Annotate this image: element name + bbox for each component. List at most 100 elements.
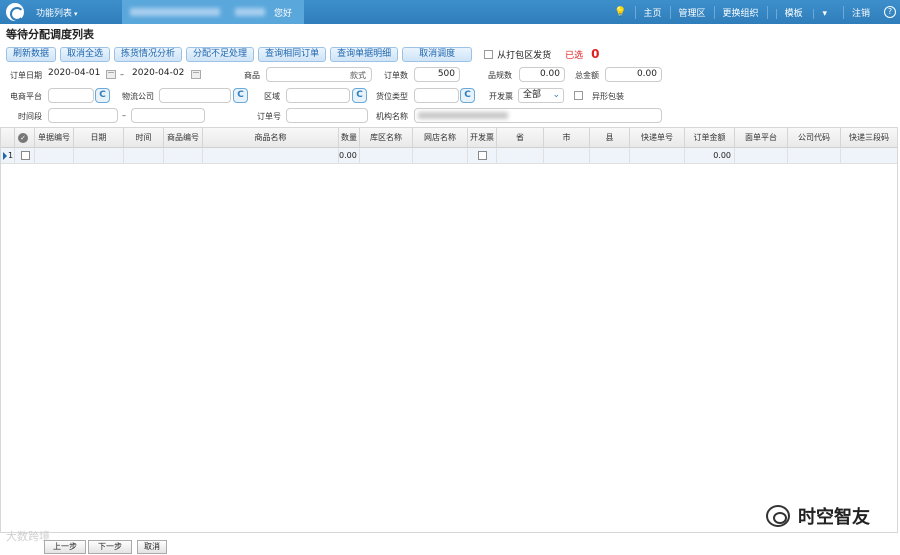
- refresh-button[interactable]: 刷新数据: [6, 46, 57, 62]
- logistics-input[interactable]: [159, 88, 231, 103]
- invoice-select[interactable]: 全部 ⌄: [518, 88, 564, 103]
- column-header[interactable]: 日期: [74, 128, 124, 148]
- cell: [124, 148, 164, 164]
- date-to-input[interactable]: 2020-04-02: [128, 67, 198, 82]
- check-circle-icon[interactable]: ✓: [18, 133, 28, 143]
- goods-style-button[interactable]: 款式: [350, 70, 366, 81]
- column-header[interactable]: 单据编号: [35, 128, 74, 148]
- selected-count: 0: [591, 47, 600, 61]
- platform-input[interactable]: [48, 88, 94, 103]
- logistics-clear-button[interactable]: C: [233, 88, 248, 103]
- column-header[interactable]: 订单金额: [685, 128, 735, 148]
- shortage-handling-button[interactable]: 分配不足处理: [186, 46, 255, 62]
- nav-template[interactable]: 模板 ▾: [766, 5, 843, 19]
- sku-count-label: 品规数: [488, 71, 512, 80]
- query-same-order-button[interactable]: 查询相同订单: [258, 46, 327, 62]
- function-menu-label: 功能列表: [36, 9, 73, 19]
- cell: [544, 148, 590, 164]
- column-header[interactable]: 数量: [339, 128, 360, 148]
- query-detail-button[interactable]: 查询单据明细: [330, 46, 399, 62]
- cell: [590, 148, 630, 164]
- region-clear-button[interactable]: C: [352, 88, 367, 103]
- cell: [735, 148, 788, 164]
- cell: [788, 148, 841, 164]
- total-amount-label: 总金额: [575, 71, 599, 80]
- prev-step-button[interactable]: 上一步: [44, 540, 86, 554]
- column-header[interactable]: 县: [590, 128, 630, 148]
- time-from-input[interactable]: [48, 108, 118, 123]
- watermark-brand: 时空智友: [766, 503, 870, 529]
- lightbulb-icon[interactable]: 💡: [606, 7, 634, 18]
- slot-type-clear-button[interactable]: C: [460, 88, 475, 103]
- slot-type-label: 货位类型: [376, 92, 408, 101]
- time-to-input[interactable]: [131, 108, 205, 123]
- from-pack-area-label: 从打包区发货: [497, 50, 552, 61]
- order-no-input[interactable]: [286, 108, 368, 123]
- invoice-checkbox[interactable]: [478, 151, 487, 160]
- cancel-button[interactable]: 取消: [137, 540, 167, 554]
- invoice-label: 开发票: [489, 92, 513, 101]
- order-count-input[interactable]: 500: [414, 67, 460, 82]
- nav-switch-org[interactable]: 更换组织: [713, 5, 767, 19]
- time-range-dash: –: [122, 111, 126, 120]
- function-menu[interactable]: 功能列表 ▾: [36, 6, 78, 19]
- nav-admin[interactable]: 管理区: [669, 5, 714, 19]
- top-nav: 💡 主页 管理区 更换组织 模板 ▾ 注销 ?: [606, 0, 896, 24]
- column-header[interactable]: 省: [497, 128, 544, 148]
- date-range-dash: –: [120, 70, 124, 79]
- page-title: 等待分配调度列表: [6, 28, 94, 41]
- cell: [74, 148, 124, 164]
- dispatch-grid: ✓ 单据编号 日期 时间 商品编号 商品名称 数量 库区名称 网店名称 开发票 …: [0, 127, 898, 533]
- cell: [413, 148, 468, 164]
- column-header[interactable]: 时间: [124, 128, 164, 148]
- caret-down-icon: ▾: [813, 8, 835, 19]
- amount-cell: 0.00: [685, 148, 735, 164]
- grid-header: ✓ 单据编号 日期 时间 商品编号 商品名称 数量 库区名称 网店名称 开发票 …: [1, 128, 897, 148]
- column-header[interactable]: 商品名称: [203, 128, 339, 148]
- calendar-icon[interactable]: [191, 70, 201, 79]
- odd-pack-checkbox[interactable]: [574, 91, 583, 100]
- nav-template-label: 模板: [775, 8, 811, 19]
- top-bar: 功能列表 ▾ 您好 💡 主页 管理区 更换组织 模板 ▾ 注销 ?: [0, 0, 900, 24]
- table-row[interactable]: 1 0.00 0.00: [1, 148, 897, 164]
- chevron-down-icon: ⌄: [552, 90, 560, 100]
- cell: [841, 148, 897, 164]
- column-header[interactable]: 市: [544, 128, 590, 148]
- cell: [164, 148, 203, 164]
- column-header[interactable]: 快递三段码: [841, 128, 897, 148]
- platform-clear-button[interactable]: C: [95, 88, 110, 103]
- picking-analysis-button[interactable]: 拣货情况分析: [114, 46, 183, 62]
- region-input[interactable]: [286, 88, 350, 103]
- help-icon[interactable]: ?: [884, 6, 896, 18]
- row-number: 1: [8, 148, 15, 164]
- column-header[interactable]: 商品编号: [164, 128, 203, 148]
- redacted-org-name: [130, 8, 220, 16]
- deselect-all-button[interactable]: 取消全选: [60, 46, 111, 62]
- logistics-label: 物流公司: [122, 92, 154, 101]
- cancel-dispatch-button[interactable]: 取消调度: [402, 46, 473, 62]
- column-header[interactable]: 开发票: [468, 128, 497, 148]
- app-logo: [6, 3, 24, 21]
- next-step-button[interactable]: 下一步: [88, 540, 132, 554]
- column-header[interactable]: 面单平台: [735, 128, 788, 148]
- date-from-input[interactable]: 2020-04-01: [44, 67, 114, 82]
- sku-count-input[interactable]: 0.00: [519, 67, 565, 82]
- order-date-label: 订单日期: [10, 71, 42, 80]
- calendar-icon[interactable]: [106, 70, 116, 79]
- row-checkbox[interactable]: [21, 151, 30, 160]
- column-header[interactable]: 快递单号: [630, 128, 685, 148]
- nav-logout[interactable]: 注销: [842, 5, 878, 19]
- column-header[interactable]: 网店名称: [413, 128, 468, 148]
- watermark-brand-text: 时空智友: [798, 507, 870, 528]
- order-count-label: 订单数: [384, 71, 408, 80]
- region-label: 区域: [264, 92, 280, 101]
- goods-label: 商品: [244, 71, 260, 80]
- current-row-arrow-icon: [3, 152, 7, 160]
- column-header[interactable]: 库区名称: [360, 128, 413, 148]
- redacted-user-name: [235, 8, 265, 16]
- nav-home[interactable]: 主页: [634, 5, 670, 19]
- from-pack-area-checkbox[interactable]: [484, 49, 494, 59]
- column-header[interactable]: 公司代码: [788, 128, 841, 148]
- total-amount-input[interactable]: 0.00: [605, 67, 662, 82]
- slot-type-input[interactable]: [414, 88, 459, 103]
